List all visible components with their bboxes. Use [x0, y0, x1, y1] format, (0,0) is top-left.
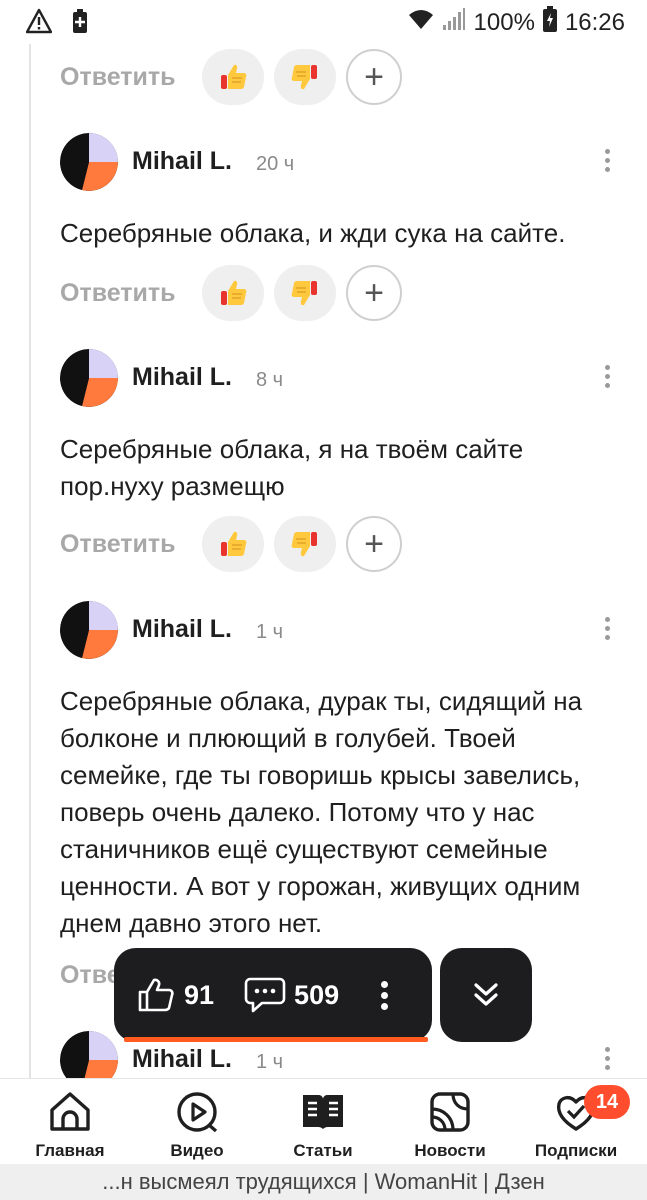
status-bar: 100% 16:26	[0, 0, 647, 44]
thumbs-down-icon	[289, 528, 321, 560]
clock: 16:26	[564, 8, 625, 36]
warning-icon	[25, 8, 53, 39]
reply-button[interactable]: Ответить	[60, 279, 202, 308]
reply-button[interactable]: Ответить	[60, 530, 202, 559]
comment-actions: Ответить +	[60, 515, 402, 573]
dislike-button[interactable]	[274, 49, 336, 105]
more-options-icon[interactable]	[381, 977, 389, 1014]
author-name[interactable]: Mihail L.	[132, 147, 232, 176]
author-name[interactable]: Mihail L.	[132, 615, 232, 644]
author-name[interactable]: Mihail L.	[132, 363, 232, 392]
add-reaction-button[interactable]: +	[346, 49, 402, 105]
battery-icon	[542, 6, 557, 39]
nav-item-home[interactable]: Главная	[10, 1087, 130, 1161]
avatar[interactable]	[60, 601, 118, 659]
like-button[interactable]	[202, 265, 264, 321]
signal-icon	[442, 7, 466, 38]
nav-item-subscriptions[interactable]: Подписки 14	[516, 1085, 636, 1161]
comment-text: Серебряные облака, я на твоём сайте пор.…	[60, 434, 524, 501]
likes-count: 91	[184, 979, 215, 1010]
battery-percent: 100%	[473, 8, 535, 36]
nav-item-articles[interactable]: Статьи	[263, 1087, 383, 1161]
nav-label: Подписки	[534, 1141, 618, 1160]
more-options-icon[interactable]	[602, 615, 612, 645]
add-reaction-button[interactable]: +	[346, 516, 402, 572]
more-options-icon[interactable]	[602, 363, 612, 393]
comment-bubble-icon	[244, 977, 286, 1013]
browser-page-title: ...н высмеял трудящихся | WomanHit | Дзе…	[0, 1164, 647, 1200]
bottom-navigation: Главная Видео Статьи Новости Подписки 14	[0, 1078, 647, 1164]
like-stat[interactable]: 91	[136, 975, 214, 1015]
more-options-icon[interactable]	[602, 1045, 612, 1075]
comment: Mihail L. 20 ч Серебряные облака, и жди …	[60, 133, 630, 252]
battery-saver-icon	[72, 8, 88, 39]
comments-stat[interactable]: 509	[244, 975, 339, 1015]
nav-item-news[interactable]: Новости	[390, 1087, 510, 1161]
comment-time: 1 ч	[256, 1051, 284, 1073]
comment-text: Серебряные облака, дурак ты, сидящий на …	[60, 686, 583, 938]
comments-count: 509	[294, 979, 340, 1010]
dislike-button[interactable]	[274, 516, 336, 572]
progress-strip	[124, 1037, 428, 1042]
double-chevron-down-icon	[474, 983, 498, 1006]
thread-line	[29, 44, 31, 1078]
thumbs-down-icon	[289, 277, 321, 309]
nav-label: Видео	[170, 1141, 224, 1160]
comment-time: 1 ч	[256, 621, 284, 643]
article-stats-bar: 91 509	[114, 948, 432, 1042]
nav-label: Главная	[35, 1141, 105, 1160]
comment-time: 8 ч	[256, 369, 284, 391]
thumbs-up-icon	[217, 277, 249, 309]
comment: Mihail L. 8 ч Серебряные облака, я на тв…	[60, 349, 630, 505]
more-options-icon[interactable]	[602, 147, 612, 177]
like-button[interactable]	[202, 49, 264, 105]
comment-actions: Ответить +	[60, 264, 402, 322]
dislike-button[interactable]	[274, 265, 336, 321]
thumbs-up-outline-icon	[138, 978, 174, 1012]
like-button[interactable]	[202, 516, 264, 572]
comment-actions: Ответить +	[60, 48, 402, 106]
video-icon	[177, 1092, 218, 1133]
plus-icon: +	[364, 58, 384, 96]
plus-icon: +	[364, 525, 384, 563]
add-reaction-button[interactable]: +	[346, 265, 402, 321]
comment-text: Серебряные облака, и жди сука на сайте.	[60, 218, 566, 248]
comment-time: 20 ч	[256, 153, 295, 175]
thumbs-up-icon	[217, 528, 249, 560]
nav-item-video[interactable]: Видео	[137, 1087, 257, 1161]
thumbs-up-icon	[217, 61, 249, 93]
avatar[interactable]	[60, 1031, 118, 1078]
news-icon	[430, 1092, 470, 1132]
comment: Mihail L. 1 ч Серебряные облака, дурак т…	[60, 601, 630, 942]
reply-button[interactable]: Ответить	[60, 63, 202, 92]
thumbs-down-icon	[289, 61, 321, 93]
home-icon	[50, 1092, 90, 1131]
avatar[interactable]	[60, 133, 118, 191]
articles-icon	[303, 1095, 343, 1129]
avatar[interactable]	[60, 349, 118, 407]
scroll-down-button[interactable]	[440, 948, 532, 1042]
notification-badge: 14	[584, 1085, 630, 1119]
nav-label: Статьи	[293, 1141, 353, 1160]
plus-icon: +	[364, 274, 384, 312]
nav-label: Новости	[414, 1141, 486, 1160]
wifi-icon	[408, 8, 434, 37]
author-name[interactable]: Mihail L.	[132, 1045, 232, 1074]
